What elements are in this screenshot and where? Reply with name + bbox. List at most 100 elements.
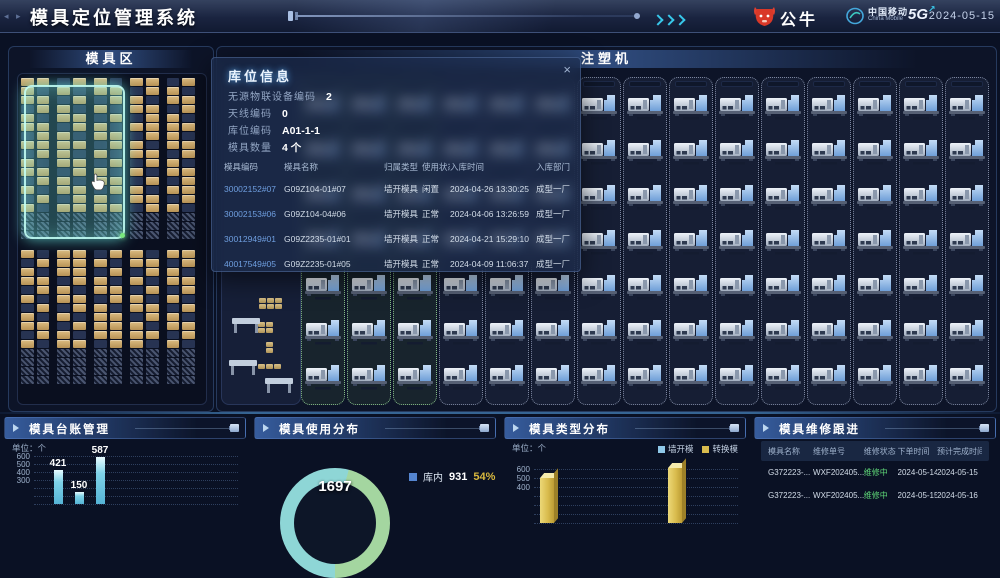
- machine-icon[interactable]: [627, 270, 663, 304]
- panel-slider-nub[interactable]: [480, 424, 489, 432]
- machine-icon[interactable]: [857, 360, 893, 394]
- machine-icon[interactable]: [489, 315, 525, 349]
- machine-icon[interactable]: [949, 180, 985, 214]
- machine-column[interactable]: [669, 77, 713, 405]
- panel-slider-track[interactable]: [135, 428, 229, 429]
- machine-icon[interactable]: [903, 360, 939, 394]
- machine-icon[interactable]: [811, 225, 847, 259]
- panel-slider-track[interactable]: [885, 428, 979, 429]
- machine-icon[interactable]: [903, 315, 939, 349]
- popup-table-row[interactable]: 30002152#07G09Z104-01#07墙开模具闲置2024-04-26…: [224, 176, 572, 201]
- machine-icon[interactable]: [351, 360, 387, 394]
- panel-slider-nub[interactable]: [980, 424, 989, 432]
- machine-icon[interactable]: [581, 180, 617, 214]
- machine-column[interactable]: [807, 77, 851, 405]
- machine-icon[interactable]: [765, 90, 801, 124]
- machine-icon[interactable]: [673, 315, 709, 349]
- machine-icon[interactable]: [443, 360, 479, 394]
- machine-icon[interactable]: [719, 270, 755, 304]
- rack-column[interactable]: [57, 250, 70, 384]
- machine-icon[interactable]: [949, 135, 985, 169]
- machine-icon[interactable]: [765, 360, 801, 394]
- machine-icon[interactable]: [673, 135, 709, 169]
- rack-column[interactable]: [167, 78, 180, 239]
- nav-right-icon[interactable]: ▸: [16, 11, 21, 22]
- machine-icon[interactable]: [765, 135, 801, 169]
- machine-column[interactable]: [623, 77, 667, 405]
- machine-icon[interactable]: [627, 315, 663, 349]
- machine-icon[interactable]: [627, 135, 663, 169]
- machine-icon[interactable]: [949, 90, 985, 124]
- machine-icon[interactable]: [443, 315, 479, 349]
- panel-slider-track[interactable]: [385, 428, 479, 429]
- machine-icon[interactable]: [397, 315, 433, 349]
- rack-column[interactable]: [130, 250, 143, 384]
- popup-table-row[interactable]: 40017549#05G09Z2235-01#05墙开模具正常2024-04-0…: [224, 251, 572, 276]
- machine-icon[interactable]: [903, 135, 939, 169]
- nav-left-icon[interactable]: ◂: [4, 11, 9, 22]
- rack-column[interactable]: [73, 250, 86, 384]
- machine-icon[interactable]: [673, 225, 709, 259]
- header-slider-track[interactable]: [296, 15, 636, 17]
- machine-column[interactable]: [761, 77, 805, 405]
- machine-icon[interactable]: [305, 315, 341, 349]
- machine-icon[interactable]: [673, 360, 709, 394]
- machine-icon[interactable]: [765, 270, 801, 304]
- machine-icon[interactable]: [903, 270, 939, 304]
- machine-icon[interactable]: [949, 360, 985, 394]
- machine-icon[interactable]: [903, 180, 939, 214]
- machine-icon[interactable]: [949, 270, 985, 304]
- machine-icon[interactable]: [857, 225, 893, 259]
- rack-column[interactable]: [21, 250, 34, 384]
- machine-column[interactable]: [715, 77, 759, 405]
- rack-column[interactable]: [130, 78, 143, 239]
- machine-icon[interactable]: [627, 225, 663, 259]
- machine-icon[interactable]: [489, 360, 525, 394]
- rack-column[interactable]: [146, 250, 159, 384]
- panel-slider-track[interactable]: [635, 428, 729, 429]
- machine-icon[interactable]: [581, 135, 617, 169]
- machine-icon[interactable]: [857, 180, 893, 214]
- machine-icon[interactable]: [719, 225, 755, 259]
- machine-icon[interactable]: [351, 315, 387, 349]
- machine-icon[interactable]: [903, 225, 939, 259]
- header-slider-knob[interactable]: [288, 11, 293, 21]
- machine-icon[interactable]: [765, 180, 801, 214]
- machine-icon[interactable]: [535, 315, 571, 349]
- machine-column[interactable]: [853, 77, 897, 405]
- machine-icon[interactable]: [903, 90, 939, 124]
- rack-column[interactable]: [146, 78, 159, 239]
- machine-icon[interactable]: [811, 135, 847, 169]
- machine-icon[interactable]: [811, 90, 847, 124]
- maintenance-row[interactable]: G372223-...WXF202405...维修中2024-05-142024…: [761, 461, 989, 484]
- panel-slider-nub[interactable]: [230, 424, 239, 432]
- rack-column[interactable]: [182, 78, 195, 239]
- machine-icon[interactable]: [581, 90, 617, 124]
- machine-icon[interactable]: [673, 180, 709, 214]
- machine-icon[interactable]: [811, 360, 847, 394]
- machine-icon[interactable]: [673, 90, 709, 124]
- machine-icon[interactable]: [765, 225, 801, 259]
- machine-icon[interactable]: [857, 270, 893, 304]
- machine-icon[interactable]: [581, 225, 617, 259]
- machine-icon[interactable]: [811, 180, 847, 214]
- panel-slider-nub[interactable]: [730, 424, 739, 432]
- machine-column[interactable]: [577, 77, 621, 405]
- machine-icon[interactable]: [765, 315, 801, 349]
- machine-icon[interactable]: [719, 180, 755, 214]
- machine-icon[interactable]: [535, 360, 571, 394]
- machine-icon[interactable]: [857, 135, 893, 169]
- rack-column[interactable]: [37, 250, 50, 384]
- machine-icon[interactable]: [719, 360, 755, 394]
- machine-icon[interactable]: [719, 315, 755, 349]
- machine-icon[interactable]: [581, 360, 617, 394]
- machine-icon[interactable]: [397, 360, 433, 394]
- machine-icon[interactable]: [857, 90, 893, 124]
- machine-icon[interactable]: [719, 90, 755, 124]
- machine-icon[interactable]: [581, 270, 617, 304]
- machine-icon[interactable]: [581, 315, 617, 349]
- popup-table-row[interactable]: 30012949#01G09Z2235-01#01墙开模具正常2024-04-2…: [224, 226, 572, 251]
- rack-column[interactable]: [182, 250, 195, 384]
- machine-column[interactable]: [945, 77, 989, 405]
- selected-slot-highlight[interactable]: [24, 85, 125, 239]
